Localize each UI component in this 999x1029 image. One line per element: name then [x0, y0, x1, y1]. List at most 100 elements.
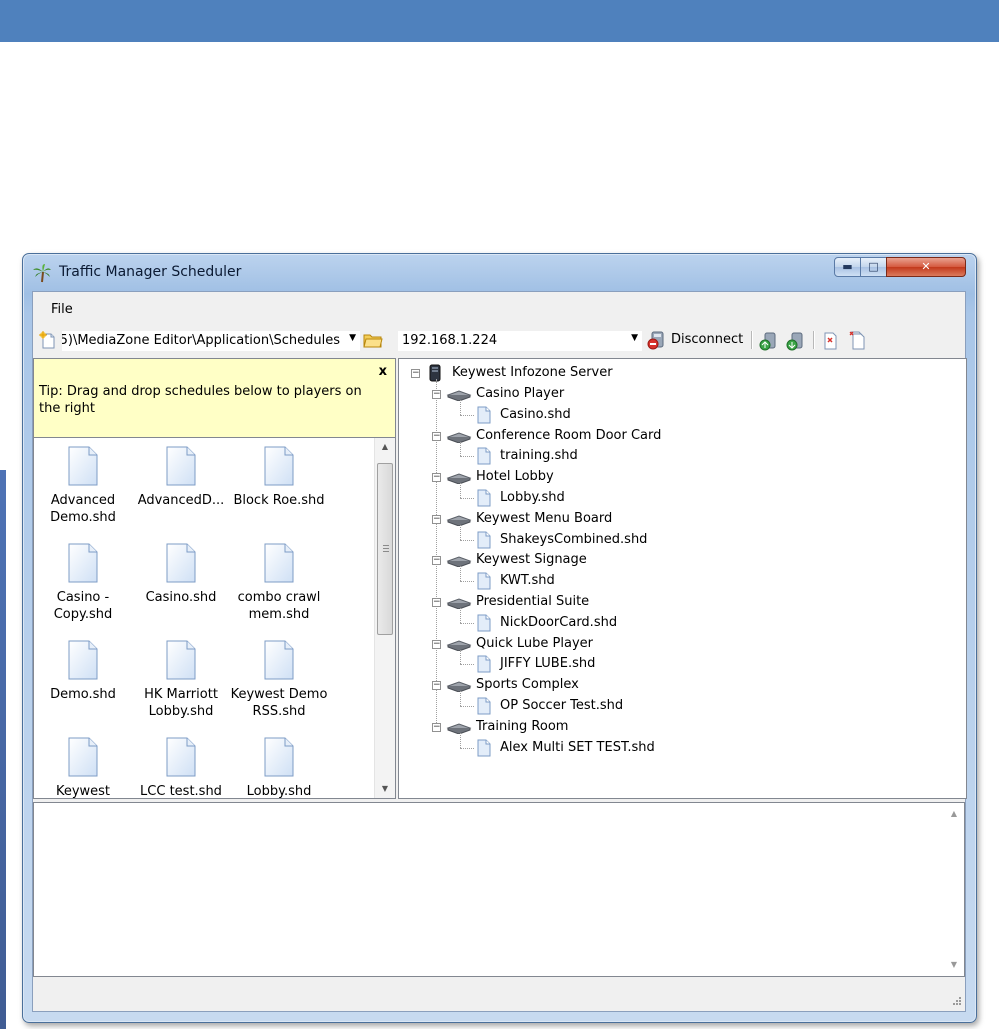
- schedule-file-icon: [166, 737, 196, 777]
- menu-file[interactable]: File: [47, 302, 77, 317]
- schedule-file-label: combo crawl mem.shd: [237, 590, 321, 622]
- schedule-node-label[interactable]: training.shd: [500, 448, 578, 466]
- schedules-path-combo[interactable]: 5)\MediaZone Editor\Application\Schedule…: [61, 330, 361, 352]
- player-node-label[interactable]: Casino Player: [476, 386, 564, 404]
- schedule-file-icon: [477, 531, 491, 553]
- tree-root-label[interactable]: Keywest Infozone Server: [452, 365, 613, 383]
- collapse-toggle-icon[interactable]: −: [432, 556, 441, 566]
- remove-schedule-icon[interactable]: [821, 331, 841, 351]
- collapse-toggle-icon[interactable]: −: [432, 681, 441, 691]
- player-device-icon: [446, 472, 472, 488]
- resize-grip-icon[interactable]: [950, 996, 962, 1008]
- schedules-scrollbar[interactable]: ▲ ▼: [374, 438, 395, 798]
- schedule-file-item[interactable]: LCC test.shd: [132, 734, 230, 798]
- schedule-file-item[interactable]: Demo.shd: [34, 637, 132, 733]
- schedule-file-icon: [477, 489, 491, 511]
- clear-schedules-icon[interactable]: [848, 331, 868, 351]
- schedule-file-label: Demo.shd: [50, 687, 116, 702]
- schedule-file-item[interactable]: Keywest: [34, 734, 132, 798]
- schedule-node-label[interactable]: OP Soccer Test.shd: [500, 698, 623, 716]
- schedule-file-icon: [166, 640, 196, 680]
- schedule-file-item[interactable]: Block Roe.shd: [230, 443, 328, 539]
- player-device-icon: [446, 514, 472, 530]
- schedule-file-item[interactable]: Advanced Demo.shd: [34, 443, 132, 539]
- window-title: Traffic Manager Scheduler: [59, 264, 242, 280]
- maximize-button[interactable]: □: [860, 257, 887, 277]
- new-schedule-icon[interactable]: [39, 331, 57, 349]
- player-node-label[interactable]: Presidential Suite: [476, 594, 589, 612]
- player-node-label[interactable]: Quick Lube Player: [476, 636, 593, 654]
- collapse-toggle-icon[interactable]: −: [432, 390, 441, 399]
- log-scrollbar[interactable]: ▲ ▼: [944, 803, 964, 976]
- tip-text: Tip: Drag and drop schedules below to pl…: [39, 384, 362, 416]
- tree-connector: [460, 400, 461, 415]
- log-output-pane[interactable]: ▲ ▼: [33, 802, 965, 977]
- schedule-node-label[interactable]: JIFFY LUBE.shd: [500, 656, 595, 674]
- schedule-file-icon: [264, 737, 294, 777]
- schedule-file-icon: [477, 406, 491, 428]
- chevron-down-icon[interactable]: ▼: [631, 333, 638, 343]
- download-server-icon[interactable]: [786, 331, 806, 351]
- schedule-node-label[interactable]: ShakeysCombined.shd: [500, 532, 647, 550]
- tree-connector: [460, 691, 461, 706]
- player-node-label[interactable]: Training Room: [476, 719, 568, 737]
- disconnect-button[interactable]: Disconnect: [647, 330, 747, 352]
- player-node-label[interactable]: Conference Room Door Card: [476, 428, 661, 446]
- schedule-file-item[interactable]: Lobby.shd: [230, 734, 328, 798]
- menu-bar: File: [33, 292, 965, 326]
- player-node-label[interactable]: Keywest Signage: [476, 552, 587, 570]
- tip-close-button[interactable]: x: [379, 364, 387, 379]
- scroll-up-icon[interactable]: ▲: [375, 438, 395, 456]
- schedule-file-icon: [68, 446, 98, 486]
- tree-connector: [460, 414, 474, 416]
- schedule-node-label[interactable]: Lobby.shd: [500, 490, 565, 508]
- schedule-node-label[interactable]: Alex Multi SET TEST.shd: [500, 740, 655, 758]
- server-ip-value: 192.168.1.224: [402, 333, 498, 348]
- tree-connector: [460, 483, 461, 498]
- schedule-node-label[interactable]: KWT.shd: [500, 573, 555, 591]
- schedule-file-item[interactable]: Casino.shd: [132, 540, 230, 636]
- schedule-file-item[interactable]: Casino - Copy.shd: [34, 540, 132, 636]
- minimize-button[interactable]: ▬: [834, 257, 861, 277]
- decorative-side-bar: [0, 470, 6, 1029]
- player-device-icon: [446, 555, 472, 571]
- collapse-toggle-icon[interactable]: −: [432, 431, 441, 441]
- collapse-toggle-icon[interactable]: −: [432, 639, 441, 649]
- chevron-down-icon[interactable]: ▼: [349, 333, 356, 343]
- schedule-file-item[interactable]: combo crawl mem.shd: [230, 540, 328, 636]
- schedule-file-icon: [477, 655, 491, 677]
- scroll-down-icon[interactable]: ▼: [375, 780, 395, 798]
- collapse-toggle-icon[interactable]: −: [432, 598, 441, 607]
- upload-server-icon[interactable]: [759, 331, 779, 351]
- collapse-toggle-icon[interactable]: −: [432, 473, 441, 483]
- schedule-file-item[interactable]: Keywest Demo RSS.shd: [230, 637, 328, 733]
- server-tree-pane: − Keywest Infozone Server − Casino Player Ca…: [398, 358, 967, 799]
- player-device-icon: [446, 639, 472, 655]
- schedule-node-label[interactable]: NickDoorCard.shd: [500, 615, 617, 633]
- player-node-label[interactable]: Hotel Lobby: [476, 469, 554, 487]
- schedule-file-item[interactable]: HK Marriott Lobby.shd: [132, 637, 230, 733]
- player-node-label[interactable]: Sports Complex: [476, 677, 579, 695]
- tree-connector: [460, 706, 474, 707]
- scroll-down-icon[interactable]: ▼: [944, 956, 964, 974]
- server-ip-combo[interactable]: 192.168.1.224 ▼: [397, 330, 643, 352]
- player-node-label[interactable]: Keywest Menu Board: [476, 511, 612, 529]
- close-button[interactable]: ✕: [886, 257, 966, 277]
- title-bar[interactable]: Traffic Manager Scheduler ▬ □ ✕: [23, 254, 976, 290]
- schedule-file-icon: [477, 739, 491, 761]
- palm-tree-icon: [32, 263, 52, 283]
- scroll-up-icon[interactable]: ▲: [944, 805, 964, 823]
- collapse-toggle-icon[interactable]: −: [432, 722, 441, 732]
- schedule-file-icon: [477, 697, 491, 719]
- schedule-file-item[interactable]: AdvancedD...: [132, 443, 230, 539]
- schedule-node-label[interactable]: Casino.shd: [500, 407, 571, 425]
- collapse-toggle-icon[interactable]: −: [411, 369, 420, 378]
- schedule-file-icon: [166, 446, 196, 486]
- minimize-icon: ▬: [842, 260, 853, 273]
- grip-line: [383, 545, 389, 546]
- open-folder-icon[interactable]: [363, 331, 383, 349]
- schedule-file-icon: [264, 446, 294, 486]
- collapse-toggle-icon[interactable]: −: [432, 514, 441, 524]
- scrollbar-thumb[interactable]: [377, 463, 393, 635]
- tree-connector: [460, 498, 474, 499]
